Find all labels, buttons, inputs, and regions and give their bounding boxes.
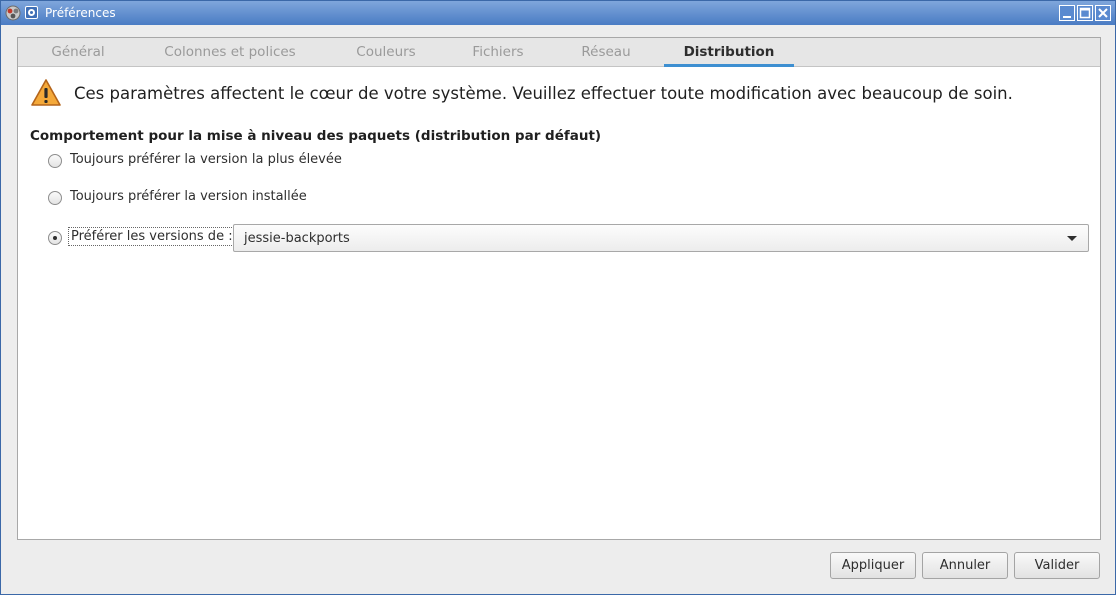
tab-network[interactable]: Réseau [572,38,640,67]
option-highest-version[interactable]: Toujours préférer la version la plus éle… [48,151,342,171]
maximize-button[interactable] [1077,5,1093,21]
minimize-icon [1063,16,1071,18]
upgrade-behavior-label: Comportement pour la mise à niveau des p… [30,128,602,144]
warning-icon [31,79,61,106]
tab-distribution[interactable]: Distribution [664,38,794,67]
option-installed-version[interactable]: Toujours préférer la version installée [48,188,308,208]
preferences-window: Préférences Général Colonnes et polices … [0,0,1116,595]
app-icon [5,5,21,21]
titlebar[interactable]: Préférences [1,1,1115,25]
radio-prefer-versions[interactable] [48,231,62,245]
preferences-notebook: Général Colonnes et polices Couleurs Fic… [17,37,1101,540]
tab-columns-fonts[interactable]: Colonnes et polices [152,38,308,67]
ok-button[interactable]: Valider [1014,552,1100,579]
minimize-button[interactable] [1059,5,1075,21]
radio-label-prefer-versions: Préférer les versions de : [68,227,236,246]
tab-general[interactable]: Général [36,38,120,67]
tab-bar: Général Colonnes et polices Couleurs Fic… [18,38,1100,67]
close-icon [1098,8,1108,18]
radio-installed-version[interactable] [48,191,62,205]
radio-label-highest-version: Toujours préférer la version la plus éle… [70,152,342,167]
distribution-select-value: jessie-backports [244,231,350,246]
option-prefer-versions[interactable]: Préférer les versions de : [48,227,236,248]
maximize-icon [1079,7,1091,19]
radio-highest-version[interactable] [48,154,62,168]
cancel-button[interactable]: Annuler [922,552,1008,579]
chevron-down-icon [1067,236,1077,241]
apply-button[interactable]: Appliquer [830,552,916,579]
window-title: Préférences [45,6,116,20]
warning-message: Ces paramètres affectent le cœur de votr… [74,84,1013,103]
close-button[interactable] [1095,5,1111,21]
tab-colors[interactable]: Couleurs [346,38,426,67]
window-menu-icon[interactable] [25,6,38,19]
radio-label-installed-version: Toujours préférer la version installée [70,189,307,204]
tab-files[interactable]: Fichiers [462,38,534,67]
distribution-select[interactable]: jessie-backports [233,224,1089,252]
